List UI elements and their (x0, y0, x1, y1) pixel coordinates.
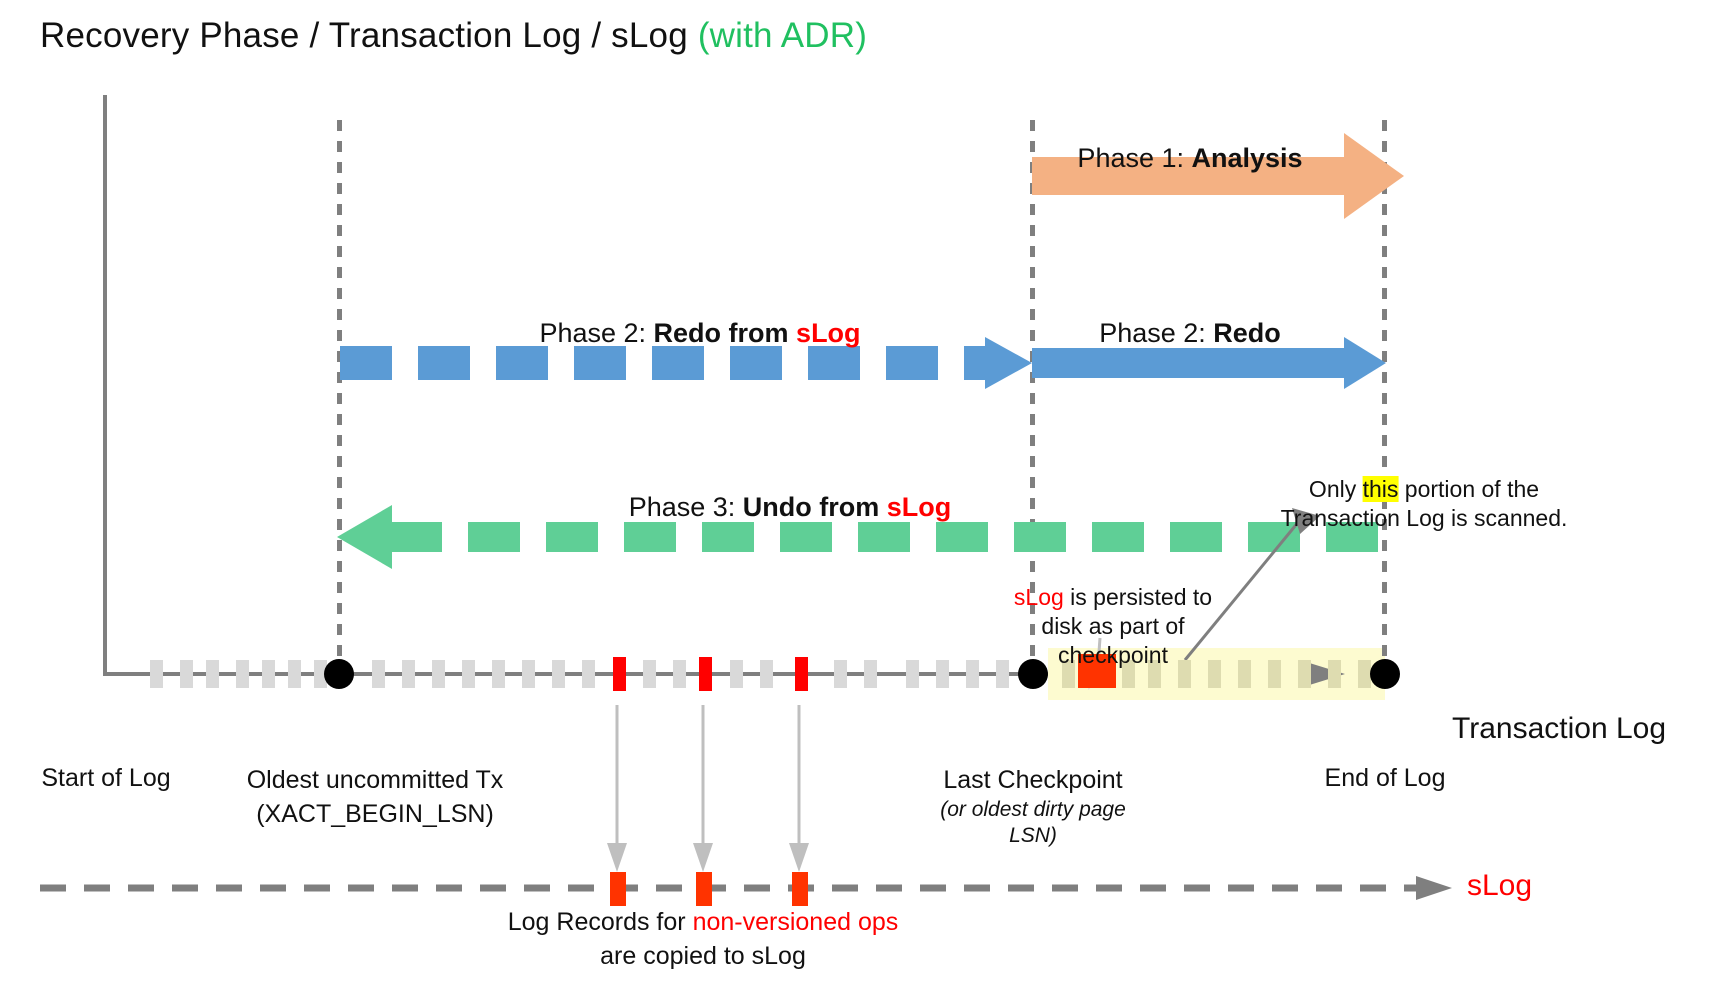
phase2-name: Redo (1213, 318, 1281, 348)
phase2-slog-name: Redo from (653, 318, 797, 348)
log-tick (864, 660, 877, 688)
log-tick (552, 660, 565, 688)
marker-label-last-checkpoint-main: Last Checkpoint (943, 766, 1123, 794)
phase3-undo-label: Phase 3: Undo from sLog (629, 492, 952, 523)
log-tick-scanned (1298, 660, 1311, 688)
scan-note-highlight: this (1362, 476, 1399, 502)
log-tick-nonversioned (613, 657, 626, 691)
log-tick-nonversioned (699, 657, 712, 691)
slog-copy-note-a: Log Records for (507, 908, 693, 936)
transaction-log-axis-label: Transaction Log (1452, 712, 1667, 745)
marker-label-oldest-uncommitted-tx-sub: (XACT_BEGIN_LSN) (256, 799, 494, 828)
log-tick (372, 660, 385, 688)
log-tick (966, 660, 979, 688)
log-tick (206, 660, 219, 688)
marker-label-oldest-uncommitted-tx-main: Oldest uncommitted Tx (246, 766, 504, 794)
log-tick (522, 660, 535, 688)
log-tick-scanned (1238, 660, 1251, 688)
log-tick (760, 660, 773, 688)
log-tick (906, 660, 919, 688)
checkpoint-note-slog: sLog (1013, 584, 1064, 610)
marker-label-last-checkpoint: Last Checkpoint (or oldest dirty page LS… (940, 764, 1126, 849)
log-tick (730, 660, 743, 688)
log-tick-scanned (1268, 660, 1281, 688)
copy-arrow-3 (789, 705, 809, 872)
marker-label-start-of-log: Start of Log (41, 764, 171, 792)
phase3-name: Undo from (742, 492, 887, 522)
slog-record (792, 872, 808, 906)
log-tick (673, 660, 686, 688)
phase3-target: sLog (886, 492, 952, 522)
log-tick (402, 660, 415, 688)
phase2-prefix: Phase 2: (1099, 318, 1214, 348)
slog-arrowhead (1416, 876, 1452, 900)
phase1-name: Analysis (1191, 143, 1303, 173)
log-tick (834, 660, 847, 688)
slog-axis-label: sLog (1467, 869, 1533, 902)
checkpoint-persist-note-line2: disk as part of (1041, 612, 1185, 639)
diagram-canvas: Recovery Phase / Transaction Log / sLog … (0, 0, 1718, 982)
phase1-prefix: Phase 1: (1077, 143, 1192, 173)
log-tick (150, 660, 163, 688)
phase3-prefix: Phase 3: (628, 492, 743, 522)
scanned-portion-note: Only this portion of the Transaction Log… (1280, 475, 1568, 533)
marker-dot-oldest-uncommitted-tx (324, 659, 354, 689)
log-tick (936, 660, 949, 688)
copy-arrow-2 (693, 705, 713, 872)
slog-copy-note-line1: Log Records for non-versioned ops (508, 906, 899, 940)
log-tick (996, 660, 1009, 688)
log-tick-scanned (1328, 660, 1341, 688)
log-tick (643, 660, 656, 688)
scan-note-b: portion of the (1398, 476, 1540, 502)
phase2-slog-prefix: Phase 2: (539, 318, 654, 348)
checkpoint-persist-note-line3: checkpoint (1058, 641, 1168, 668)
checkpoint-persist-note-line1: sLog is persisted to (1014, 583, 1212, 612)
scan-note-a: Only (1308, 476, 1363, 502)
copy-arrow-1 (607, 705, 627, 872)
slog-copy-note-red: non-versioned ops (692, 908, 899, 936)
phase2-redo-from-slog-label: Phase 2: Redo from sLog (539, 318, 860, 349)
log-tick (288, 660, 301, 688)
log-tick (462, 660, 475, 688)
log-tick (432, 660, 445, 688)
log-tick (582, 660, 595, 688)
slog-record (696, 872, 712, 906)
marker-label-oldest-uncommitted-tx: Oldest uncommitted Tx (XACT_BEGIN_LSN) (247, 764, 504, 832)
marker-label-end-of-log: End of Log (1324, 764, 1446, 792)
checkpoint-note-rest: is persisted to (1063, 584, 1213, 610)
phase2-slog-target: sLog (796, 318, 861, 348)
slog-record (610, 872, 626, 906)
log-tick (180, 660, 193, 688)
marker-label-last-checkpoint-sub: (or oldest dirty page (940, 797, 1126, 821)
marker-label-last-checkpoint-sub2: LSN) (1009, 823, 1057, 847)
log-tick (492, 660, 505, 688)
scanned-portion-note-line2: Transaction Log is scanned. (1280, 504, 1568, 531)
checkpoint-persist-note: sLog is persisted to disk as part of che… (1014, 583, 1212, 669)
log-tick-nonversioned (795, 657, 808, 691)
phase1-label: Phase 1: Analysis (1077, 143, 1302, 174)
log-tick (262, 660, 275, 688)
slog-copy-note-line2: are copied to sLog (600, 941, 806, 970)
phase2-redo-label: Phase 2: Redo (1099, 318, 1281, 349)
log-tick (236, 660, 249, 688)
scanned-portion-note-line1: Only this portion of the (1281, 475, 1568, 504)
slog-copy-note: Log Records for non-versioned ops are co… (508, 906, 899, 974)
marker-dot-end-of-log (1370, 659, 1400, 689)
